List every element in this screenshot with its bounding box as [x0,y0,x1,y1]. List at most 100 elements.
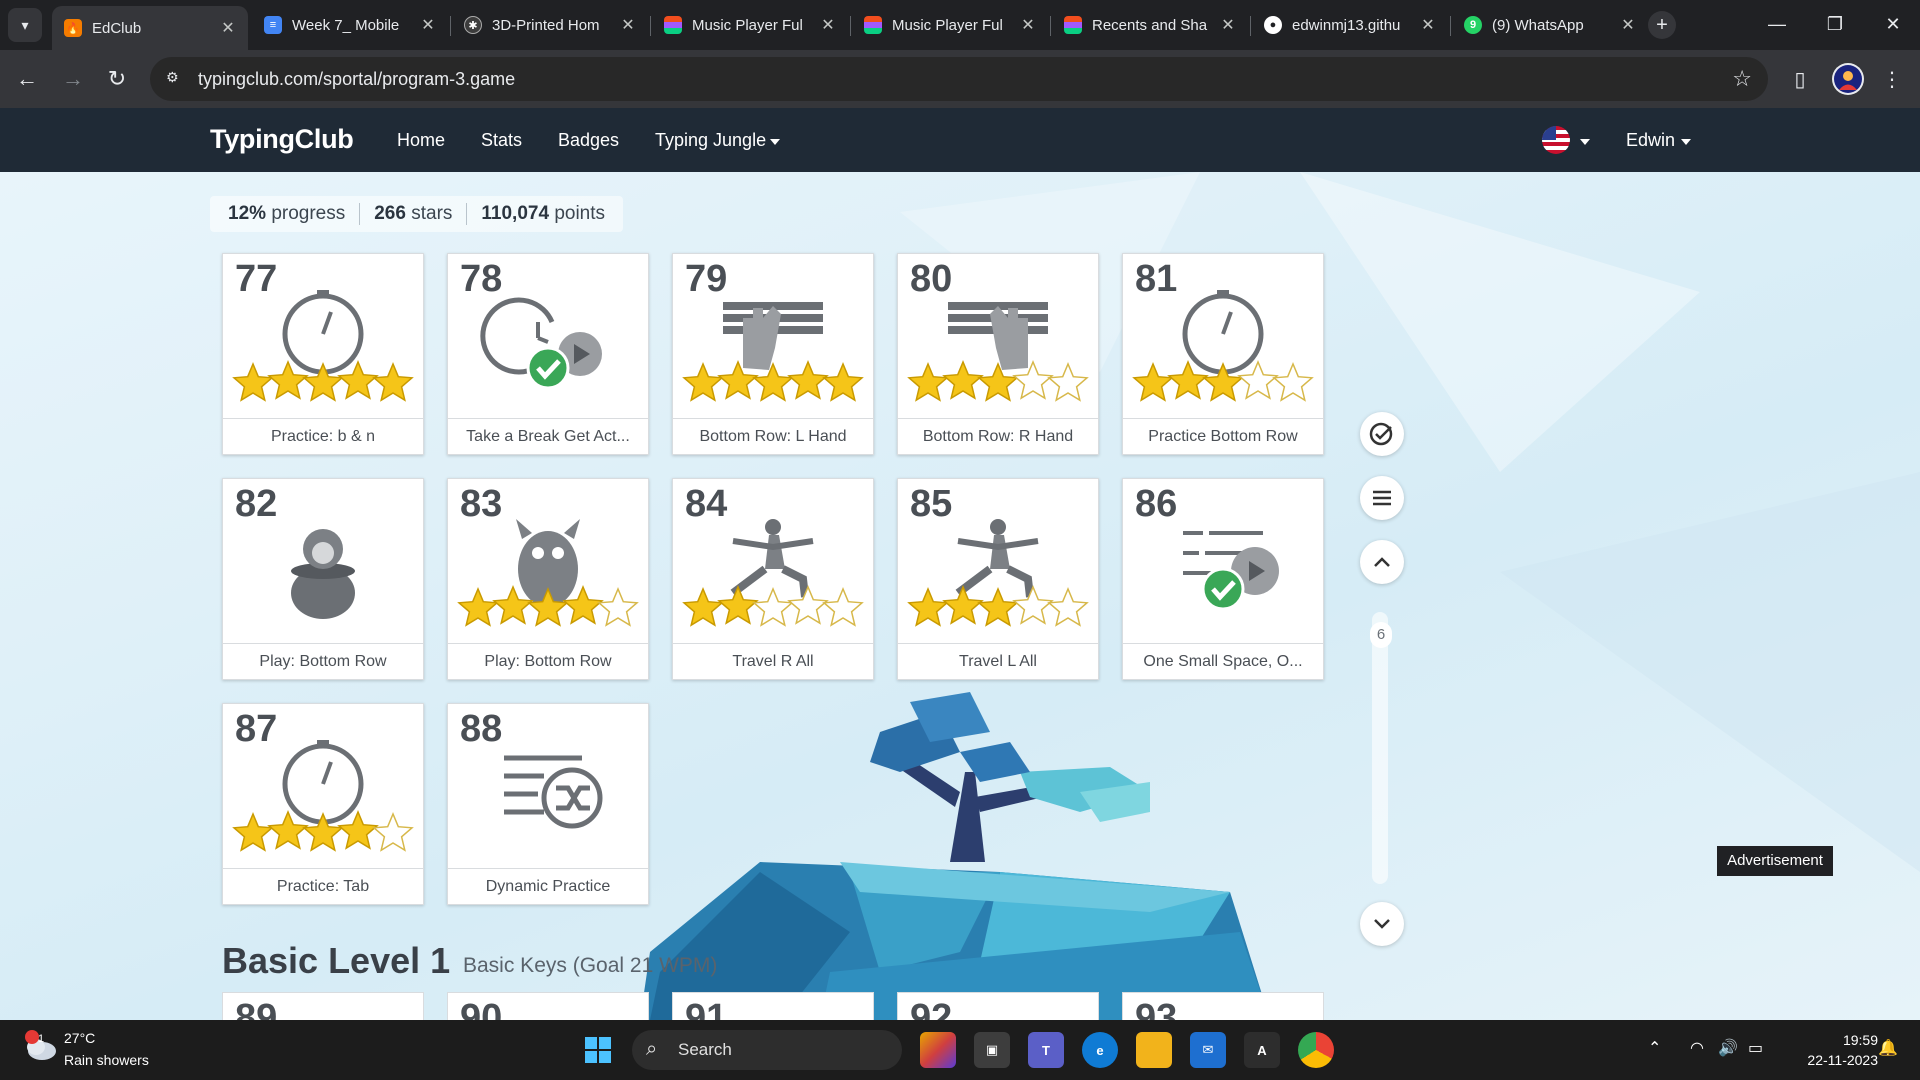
mail-icon[interactable]: ✉ [1190,1032,1226,1068]
lesson-card-peek[interactable]: 90 [447,992,649,1020]
battery-icon[interactable]: ▭ [1748,1038,1763,1058]
wifi-icon[interactable]: ◠ [1690,1038,1704,1058]
taskbar-search[interactable]: ⌕ Search [632,1030,902,1070]
us-flag-icon[interactable] [1542,126,1570,154]
close-icon[interactable]: ✕ [418,15,438,35]
bookmark-star-icon[interactable]: ☆ [1732,66,1752,92]
browser-tab[interactable]: 9 (9) WhatsApp ✕ [1452,6,1648,44]
app-store-icon[interactable]: A [1244,1032,1280,1068]
star-rating [907,360,1089,402]
taskbar-clock[interactable]: 19:59 22-11-2023 [1788,1030,1878,1070]
edclub-icon: 🔥 [64,19,82,37]
close-icon[interactable]: ✕ [218,18,238,38]
restore-icon[interactable]: ❐ [1806,0,1864,48]
teams-icon[interactable]: T [1028,1032,1064,1068]
browser-tab[interactable]: ● edwinmj13.githu ✕ [1252,6,1448,44]
close-icon[interactable]: ✕ [818,15,838,35]
windows-start-icon[interactable] [580,1032,616,1068]
browser-tab-active[interactable]: 🔥 EdClub ✕ [52,6,248,50]
side-panel-icon[interactable]: ▯ [1784,63,1816,95]
reload-icon[interactable]: ↻ [100,62,134,96]
lesson-card-85[interactable]: 85 Travel L All [897,478,1099,680]
browser-tab[interactable]: Music Player Ful ✕ [652,6,848,44]
browser-tab[interactable]: Recents and Sha ✕ [1052,6,1248,44]
star-filled-icon [1132,362,1174,402]
lesson-card-84[interactable]: 84 Travel R All [672,478,874,680]
lesson-card-78[interactable]: 78 Take a Break Get Act... [447,253,649,455]
star-empty-icon [787,585,829,625]
site-info-icon[interactable]: ⚙ [166,69,186,89]
star-filled-icon [267,810,309,850]
lesson-number: 93 [1135,997,1178,1020]
close-window-icon[interactable]: ✕ [1864,0,1920,48]
nav-badges[interactable]: Badges [558,130,619,151]
lesson-card-86[interactable]: 86 One Small Space, O... [1122,478,1324,680]
chevron-down-icon[interactable] [1360,902,1404,946]
profile-avatar[interactable] [1832,63,1864,95]
browser-tab[interactable]: ≡ Week 7_ Mobile ✕ [252,6,448,44]
close-icon[interactable]: ✕ [618,15,638,35]
tab-search-button[interactable]: ▾ [8,8,42,42]
star-filled-icon [302,812,344,852]
weather-condition: Rain showers [64,1052,149,1068]
forward-icon[interactable]: → [56,62,90,96]
lesson-number: 91 [685,997,728,1020]
lesson-card-peek[interactable]: 93 [1122,992,1324,1020]
menu-kebab-icon[interactable]: ⋮ [1876,63,1908,95]
star-empty-icon [597,587,639,627]
star-filled-icon [717,360,759,400]
lesson-card-87[interactable]: 87 Practice: Tab [222,703,424,905]
check-circle-icon[interactable] [1360,412,1404,456]
browser-tab[interactable]: ✱ 3D-Printed Hom ✕ [452,6,648,44]
address-bar[interactable]: ⚙ typingclub.com/sportal/program-3.game … [150,57,1768,101]
minimize-icon[interactable]: — [1748,0,1806,48]
lesson-card-80[interactable]: 80 Bottom Row: R Hand [897,253,1099,455]
lesson-card-88[interactable]: 88 Dynamic Practice [447,703,649,905]
clock-time: 19:59 [1842,1032,1878,1048]
divider [466,203,468,225]
star-filled-icon [267,360,309,400]
shuffle-list-icon [504,755,603,829]
copilot-icon[interactable] [920,1032,956,1068]
edge-icon[interactable]: e [1082,1032,1118,1068]
nav-home[interactable]: Home [397,130,445,151]
site-navbar: TypingClub Home Stats Badges Typing Jung… [0,108,1920,172]
lesson-card-79[interactable]: 79 Bottom Row: L Hand [672,253,874,455]
task-view-icon[interactable]: ▣ [974,1032,1010,1068]
star-filled-icon [337,360,379,400]
notification-bell-icon[interactable]: 🔔 [1878,1038,1898,1058]
star-filled-icon [1202,362,1244,402]
close-icon[interactable]: ✕ [1418,15,1438,35]
file-explorer-icon[interactable] [1136,1032,1172,1068]
star-filled-icon [717,585,759,625]
back-icon[interactable]: ← [10,62,44,96]
browser-tab[interactable]: Music Player Ful ✕ [852,6,1048,44]
level-title: Basic Level 1 [222,940,451,981]
close-icon[interactable]: ✕ [1618,15,1638,35]
close-icon[interactable]: ✕ [1218,15,1238,35]
chevron-down-icon [1580,139,1590,145]
lesson-card-peek[interactable]: 92 [897,992,1099,1020]
lesson-card-77[interactable]: 77 Practice: b & n [222,253,424,455]
menu-icon[interactable] [1360,476,1404,520]
lesson-card-peek[interactable]: 91 [672,992,874,1020]
chevron-up-icon[interactable]: ⌃ [1648,1038,1661,1058]
level-subtitle: Basic Keys (Goal 21 WPM) [463,954,718,977]
chrome-icon[interactable] [1298,1032,1334,1068]
new-tab-button[interactable]: + [1648,11,1676,39]
scroll-track[interactable] [1372,612,1388,884]
nav-stats[interactable]: Stats [481,130,522,151]
user-menu[interactable]: Edwin [1626,130,1675,151]
lesson-card-81[interactable]: 81 Practice Bottom Row [1122,253,1324,455]
volume-icon[interactable]: 🔊 [1718,1038,1738,1058]
lesson-card-83[interactable]: 83 Play: Bottom Row [447,478,649,680]
nav-typing-jungle[interactable]: Typing Jungle [655,130,766,151]
star-rating [682,360,864,402]
clock-date: 22-11-2023 [1807,1052,1878,1068]
lesson-card-peek[interactable]: 89 [222,992,424,1020]
chevron-up-icon[interactable] [1360,540,1404,584]
brand-logo[interactable]: TypingClub [210,124,354,155]
close-icon[interactable]: ✕ [1018,15,1038,35]
lesson-card-82[interactable]: 82 Play: Bottom Row [222,478,424,680]
figma-icon [1064,16,1082,34]
